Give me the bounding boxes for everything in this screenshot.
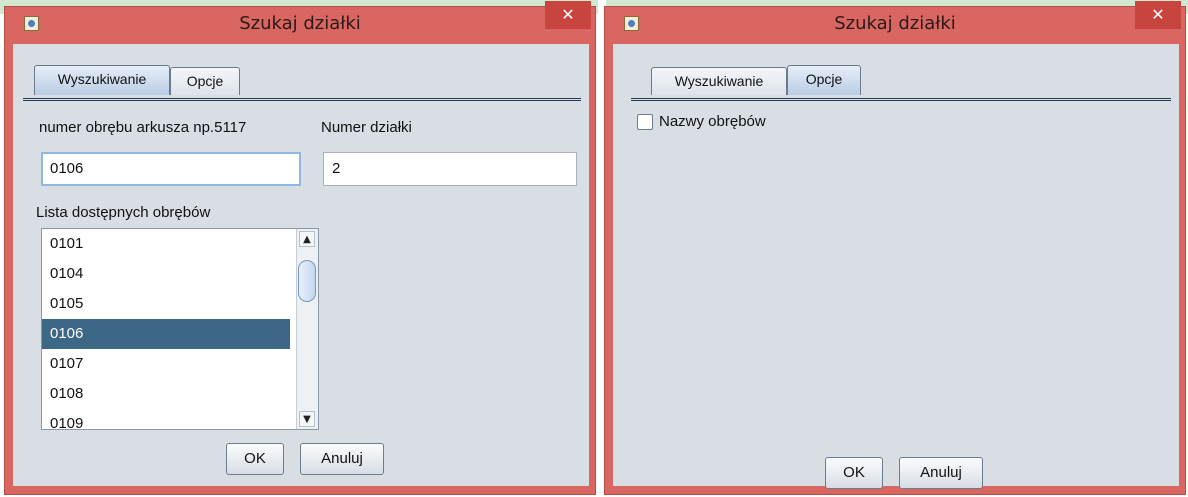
tab-divider — [23, 98, 581, 101]
dialog-content: Wyszukiwanie Opcje Nazwy obrębów OK Anul… — [613, 44, 1179, 489]
cancel-button[interactable]: Anuluj — [899, 457, 983, 489]
close-button[interactable]: ✕ — [545, 1, 591, 29]
names-checkbox[interactable] — [637, 114, 653, 130]
tab-wyszukiwanie[interactable]: Wyszukiwanie — [651, 67, 787, 95]
list-item[interactable]: 0107 — [42, 349, 290, 379]
ok-button[interactable]: OK — [825, 457, 883, 489]
sheet-number-input[interactable]: 0106 — [41, 152, 301, 186]
tab-opcje[interactable]: Opcje — [787, 65, 861, 95]
close-button[interactable]: ✕ — [1135, 1, 1181, 29]
search-parcel-dialog-options: Szukaj działki ✕ Wyszukiwanie Opcje Nazw… — [604, 1, 1186, 495]
ok-button[interactable]: OK — [226, 443, 284, 475]
list-scrollbar[interactable]: ▲ ▼ — [296, 229, 318, 429]
tab-opcje[interactable]: Opcje — [170, 67, 240, 95]
scroll-thumb[interactable] — [298, 260, 316, 302]
parcel-number-label: Numer działki — [321, 119, 412, 136]
list-item[interactable]: 0109 — [42, 409, 290, 429]
list-item[interactable]: 0105 — [42, 289, 290, 319]
title-bar: Szukaj działki ✕ — [5, 1, 595, 43]
tab-divider — [631, 98, 1171, 101]
sheet-number-label: numer obrębu arkusza np.5117 — [39, 119, 247, 136]
available-sheets-list[interactable]: 0101 0104 0105 0106 0107 0108 0109 ▲ ▼ — [41, 228, 319, 430]
names-checkbox-label: Nazwy obrębów — [659, 113, 766, 130]
title-bar: Szukaj działki ✕ — [605, 1, 1185, 43]
list-item-selected[interactable]: 0106 — [42, 319, 290, 349]
parcel-number-input[interactable]: 2 — [323, 152, 577, 186]
cancel-button[interactable]: Anuluj — [300, 443, 384, 475]
scroll-up-icon[interactable]: ▲ — [299, 231, 315, 247]
search-parcel-dialog: Szukaj działki ✕ Wyszukiwanie Opcje nume… — [4, 1, 596, 495]
dialog-content: Wyszukiwanie Opcje numer obrębu arkusza … — [13, 44, 589, 486]
window-title: Szukaj działki — [834, 13, 956, 34]
list-item[interactable]: 0101 — [42, 229, 290, 259]
tab-wyszukiwanie[interactable]: Wyszukiwanie — [34, 65, 170, 95]
list-items: 0101 0104 0105 0106 0107 0108 0109 — [42, 229, 290, 429]
scroll-down-icon[interactable]: ▼ — [299, 411, 315, 427]
list-item[interactable]: 0108 — [42, 379, 290, 409]
list-item[interactable]: 0104 — [42, 259, 290, 289]
available-list-label: Lista dostępnych obrębów — [36, 204, 211, 221]
window-title: Szukaj działki — [239, 13, 361, 34]
